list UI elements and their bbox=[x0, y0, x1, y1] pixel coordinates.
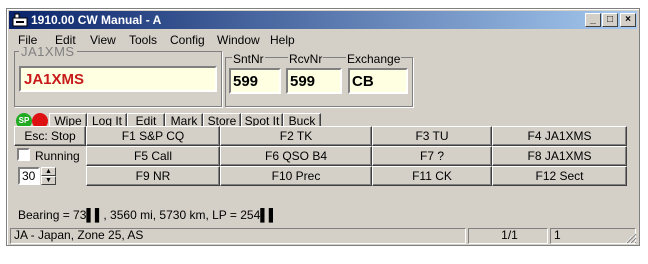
exchange-field[interactable]: CB bbox=[348, 68, 408, 94]
f7-button[interactable]: F7 ? bbox=[372, 146, 492, 166]
minimize-button[interactable]: _ bbox=[585, 13, 601, 27]
f9-button[interactable]: F9 NR bbox=[86, 166, 220, 186]
f4-button[interactable]: F4 JA1XMS bbox=[492, 126, 627, 146]
f11-button[interactable]: F11 CK bbox=[372, 166, 492, 186]
callsign-input[interactable]: JA1XMS bbox=[19, 66, 217, 92]
exchange-label: Exchange bbox=[346, 52, 402, 66]
app-icon bbox=[12, 13, 28, 27]
sntnr-label: SntNr bbox=[232, 52, 265, 66]
status-count: 1 bbox=[550, 228, 636, 244]
status-bar: JA - Japan, Zone 25, AS 1/1 1 bbox=[9, 228, 637, 244]
menu-view[interactable]: View bbox=[90, 33, 116, 47]
menu-config[interactable]: Config bbox=[170, 33, 205, 47]
spin-up-icon[interactable]: ▲ bbox=[41, 167, 56, 176]
menu-tools[interactable]: Tools bbox=[129, 33, 157, 47]
f2-button[interactable]: F2 TK bbox=[220, 126, 372, 146]
status-country: JA - Japan, Zone 25, AS bbox=[10, 228, 466, 244]
f8-button[interactable]: F8 JA1XMS bbox=[492, 146, 627, 166]
f6-button[interactable]: F6 QSO B4 bbox=[220, 146, 372, 166]
status-pages: 1/1 bbox=[468, 228, 548, 244]
esc-stop-button[interactable]: Esc: Stop bbox=[14, 126, 86, 146]
callsign-group-label: JA1XMS bbox=[19, 44, 77, 59]
menu-window[interactable]: Window bbox=[217, 33, 260, 47]
sntnr-field[interactable]: 599 bbox=[229, 68, 281, 94]
f10-button[interactable]: F10 Prec bbox=[220, 166, 372, 186]
speed-field[interactable]: 30 bbox=[18, 167, 40, 185]
main-window: 1910.00 CW Manual - A _ □ × File Edit Vi… bbox=[6, 8, 640, 246]
rcvnr-label: RcvNr bbox=[288, 52, 324, 66]
running-label: Running bbox=[35, 149, 80, 163]
maximize-button[interactable]: □ bbox=[602, 13, 618, 27]
callsign-group: JA1XMS JA1XMS bbox=[14, 44, 222, 107]
running-checkbox[interactable] bbox=[17, 148, 30, 161]
f3-button[interactable]: F3 TU bbox=[372, 126, 492, 146]
menu-help[interactable]: Help bbox=[270, 33, 295, 47]
title-bar[interactable]: 1910.00 CW Manual - A _ □ × bbox=[9, 11, 637, 29]
exchange-group: SntNr RcvNr Exchange 599 599 CB bbox=[225, 52, 413, 107]
spin-down-icon[interactable]: ▼ bbox=[41, 176, 56, 185]
close-button[interactable]: × bbox=[620, 13, 636, 27]
f1-button[interactable]: F1 S&P CQ bbox=[86, 126, 220, 146]
window-title: 1910.00 CW Manual - A bbox=[31, 13, 162, 27]
bearing-info: Bearing = 73▌▌, 3560 mi, 5730 km, LP = 2… bbox=[18, 208, 278, 222]
f12-button[interactable]: F12 Sect bbox=[492, 166, 627, 186]
resize-grip-icon[interactable] bbox=[625, 232, 637, 244]
rcvnr-field[interactable]: 599 bbox=[286, 68, 342, 94]
f5-button[interactable]: F5 Call bbox=[86, 146, 220, 166]
